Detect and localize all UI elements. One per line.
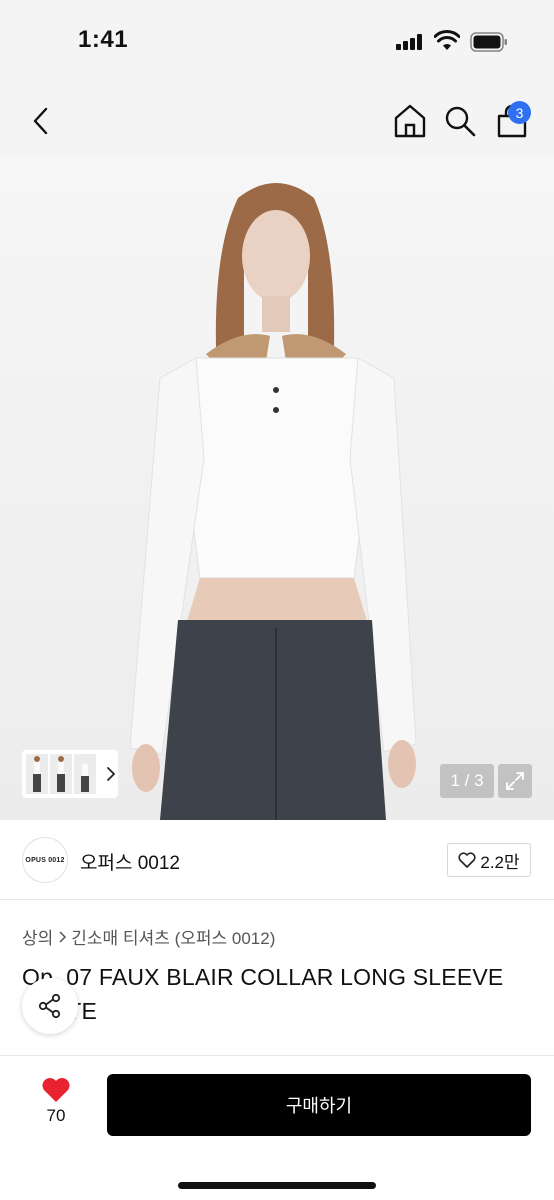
signal-icon xyxy=(396,34,424,50)
heart-filled-icon xyxy=(42,1078,70,1102)
product-title: Op. 07 FAUX BLAIR COLLAR LONG SLEEVE WHI… xyxy=(22,964,504,1024)
wishlist-count: 70 xyxy=(46,1106,66,1125)
status-bar: 1:41 xyxy=(0,0,554,84)
heart-outline-icon xyxy=(458,852,476,868)
store-name[interactable]: 오퍼스 0012 xyxy=(80,848,180,875)
wishlist-button[interactable]: 70 xyxy=(34,1076,78,1136)
battery-icon xyxy=(470,32,507,52)
search-icon[interactable] xyxy=(442,102,478,140)
store-row: OPUS 0012 오퍼스 0012 2.2만 xyxy=(0,820,554,900)
app-header xyxy=(0,84,554,158)
store-like-count: 2.2만 xyxy=(480,852,520,872)
share-icon xyxy=(38,993,61,1019)
thumbnail[interactable] xyxy=(50,754,72,794)
back-button[interactable] xyxy=(24,102,58,140)
store-like-button[interactable]: 2.2만 xyxy=(447,843,531,877)
cart-badge: 3 xyxy=(508,101,531,124)
expand-button[interactable] xyxy=(498,764,532,798)
thumbnail[interactable] xyxy=(26,754,48,794)
breadcrumb-item[interactable]: 상의 xyxy=(22,924,53,949)
product-gallery[interactable]: 1 / 3 xyxy=(0,158,554,820)
breadcrumb: 상의 긴소매 티셔츠 (오퍼스 0012) xyxy=(22,924,275,949)
wifi-icon xyxy=(434,30,460,50)
store-logo[interactable]: OPUS 0012 xyxy=(22,837,68,883)
thumbnail-strip[interactable] xyxy=(22,750,118,798)
thumbnail[interactable] xyxy=(74,754,96,794)
chevron-right-icon xyxy=(107,767,116,781)
breadcrumb-item[interactable]: 긴소매 티셔츠 (오퍼스 0012) xyxy=(71,924,275,949)
home-icon[interactable] xyxy=(392,102,428,140)
expand-icon xyxy=(506,772,524,790)
bottom-action-bar: 70 구매하기 xyxy=(0,1055,554,1200)
home-indicator xyxy=(178,1182,376,1189)
chevron-right-icon xyxy=(59,930,67,943)
share-button[interactable] xyxy=(22,978,78,1034)
page-indicator: 1 / 3 xyxy=(440,764,494,798)
product-image xyxy=(0,158,554,820)
status-time: 1:41 xyxy=(78,26,129,53)
chevron-left-icon xyxy=(33,107,48,135)
buy-button[interactable]: 구매하기 xyxy=(107,1074,531,1136)
